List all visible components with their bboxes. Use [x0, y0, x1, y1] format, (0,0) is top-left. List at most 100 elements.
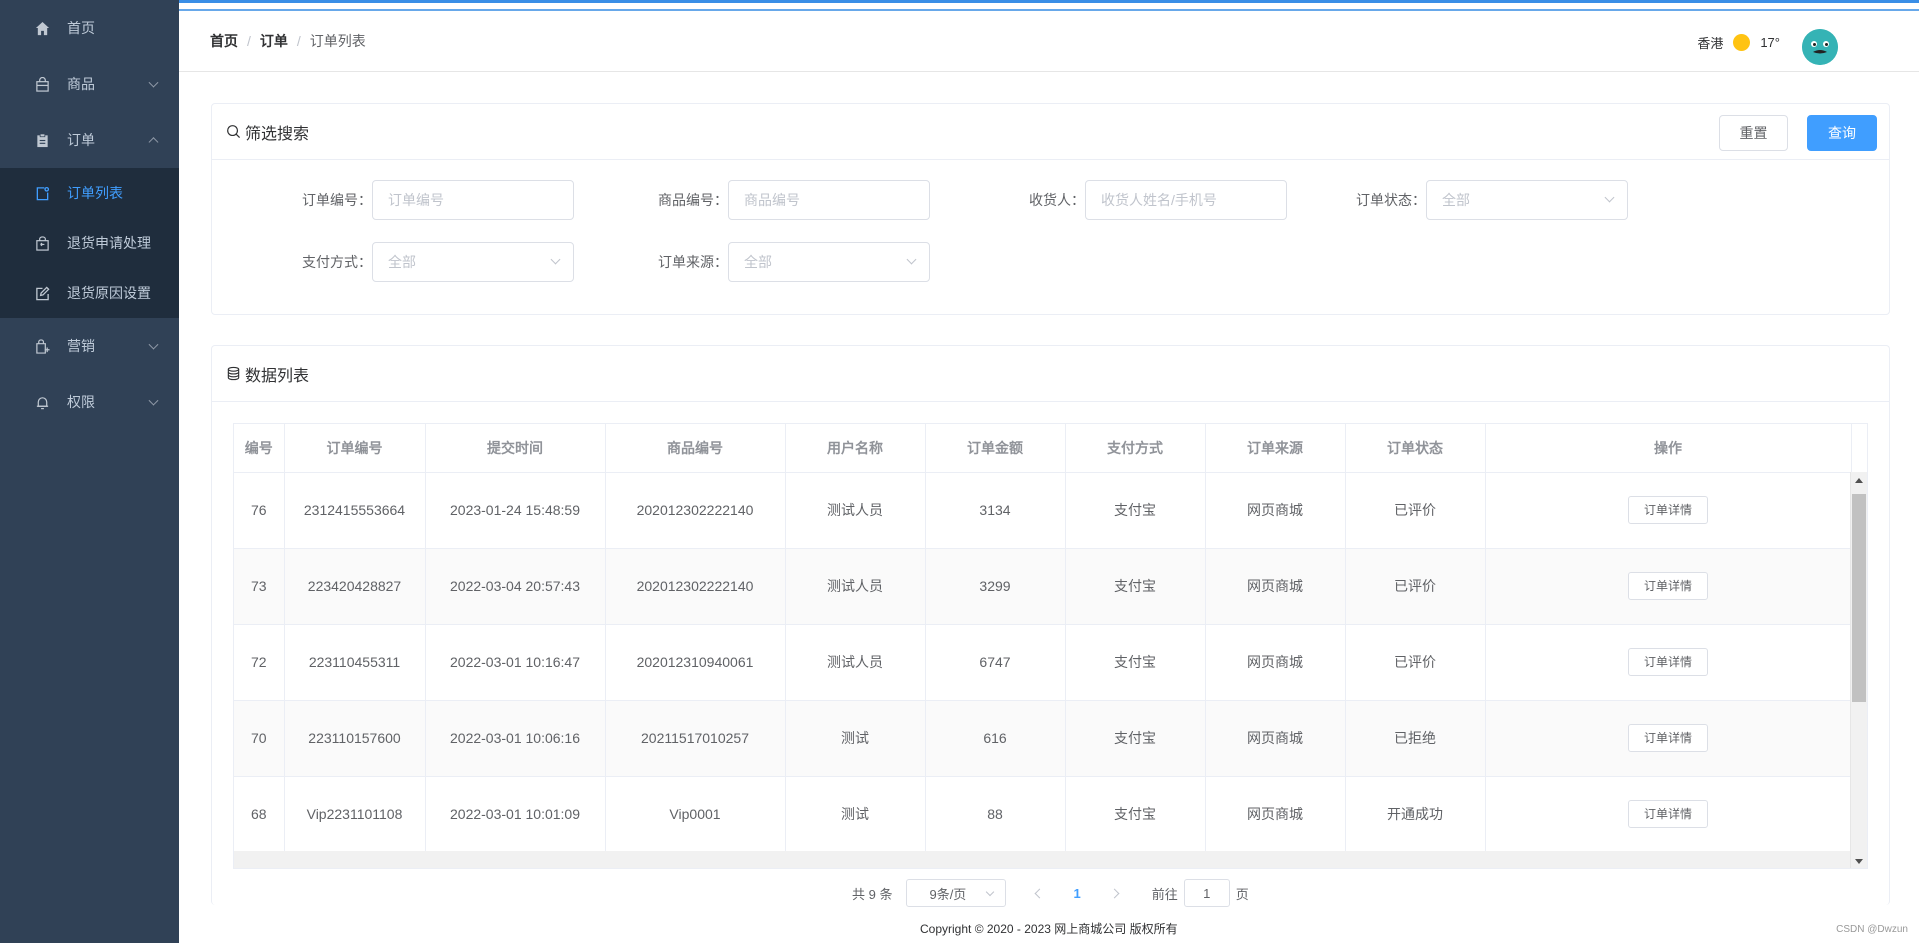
filter-title: 筛选搜索	[245, 125, 310, 143]
sidebar-item-label: 商品	[67, 76, 95, 92]
sidebar-item-return-requests[interactable]: 退货申请处理	[0, 218, 179, 268]
chevron-up-icon	[148, 137, 159, 148]
form-field-pay-method: 支付方式： 全部	[264, 242, 574, 282]
cell-pay-method: 支付宝	[1065, 624, 1206, 701]
page-size-select[interactable]: 9条/页	[906, 879, 1007, 907]
column-header: 提交时间	[425, 424, 606, 473]
product-no-input[interactable]: 商品编号	[728, 180, 930, 220]
cell-username: 测试	[785, 776, 926, 853]
breadcrumb-current: 订单列表	[309, 33, 366, 49]
sidebar-item-orders[interactable]: 订单	[0, 112, 179, 168]
sidebar-item-marketing[interactable]: 营销	[0, 318, 179, 374]
footer-copyright: Copyright © 2020 - 2023 网上商城公司 版权所有	[920, 922, 1178, 936]
source-label: 订单来源：	[658, 254, 728, 270]
database-icon	[226, 366, 241, 381]
horizontal-scroll-track[interactable]	[234, 851, 1852, 868]
page-suffix: 页	[1235, 886, 1249, 902]
pay-method-select[interactable]: 全部	[372, 242, 574, 282]
column-header: 订单来源	[1205, 424, 1346, 473]
reset-button[interactable]: 重置	[1719, 115, 1788, 151]
cell-submit-time: 2022-03-01 10:01:09	[425, 776, 606, 853]
sidebar-item-label: 权限	[67, 394, 95, 410]
form-field-status: 订单状态： 全部	[1318, 180, 1628, 220]
scroll-down-icon[interactable]	[1855, 859, 1863, 864]
status-select[interactable]: 全部	[1426, 180, 1628, 220]
cell-order-no: 223420428827	[284, 548, 426, 625]
cell-id: 73	[234, 548, 285, 625]
vertical-scrollbar[interactable]	[1850, 472, 1867, 868]
cell-submit-time: 2022-03-01 10:16:47	[425, 624, 606, 701]
status-label: 订单状态：	[1356, 192, 1426, 208]
form-field-receiver: 收货人： 收货人姓名/手机号	[977, 180, 1287, 220]
cell-pay-method: 支付宝	[1065, 548, 1206, 625]
datalist-card-header: 数据列表	[212, 346, 1889, 402]
chevron-down-icon	[148, 395, 159, 406]
form-field-order-no: 订单编号： 订单编号	[264, 180, 574, 220]
prev-page-icon[interactable]	[1035, 888, 1045, 898]
next-page-icon[interactable]	[1109, 888, 1120, 898]
cell-pay-method: 支付宝	[1065, 472, 1206, 549]
pagination: 共 9 条 9条/页 1 前往 1 页	[852, 879, 1249, 907]
home-icon	[34, 20, 50, 36]
cell-status: 已拒绝	[1345, 700, 1486, 777]
sidebar-item-home[interactable]: 首页	[0, 0, 179, 56]
goto-page-input[interactable]: 1	[1183, 879, 1230, 907]
order-detail-button[interactable]: 订单详情	[1628, 648, 1708, 676]
cell-id: 76	[234, 472, 285, 549]
order-detail-button[interactable]: 订单详情	[1628, 572, 1708, 600]
order-detail-button[interactable]: 订单详情	[1628, 496, 1708, 524]
cell-product-no: 202012302222140	[605, 472, 786, 549]
receiver-input[interactable]: 收货人姓名/手机号	[1085, 180, 1287, 220]
cell-pay-method: 支付宝	[1065, 700, 1206, 777]
query-button[interactable]: 查询	[1807, 115, 1877, 151]
cell-amount: 616	[925, 700, 1066, 777]
cell-submit-time: 2022-03-01 10:06:16	[425, 700, 606, 777]
column-header: 订单编号	[284, 424, 426, 473]
datalist-title: 数据列表	[245, 367, 310, 385]
order-detail-button[interactable]: 订单详情	[1628, 800, 1708, 828]
table-row: 73 223420428827 2022-03-04 20:57:43 2020…	[234, 548, 1852, 625]
sidebar-item-products[interactable]: 商品	[0, 56, 179, 112]
scroll-up-icon[interactable]	[1855, 478, 1863, 483]
top-header: 首页 / 订单 / 订单列表 香港 17°	[179, 11, 1919, 72]
chevron-down-icon	[148, 339, 159, 350]
cell-order-no: 2312415553664	[284, 472, 426, 549]
cell-actions: 订单详情	[1485, 700, 1852, 777]
breadcrumb-separator: /	[247, 33, 251, 49]
chevron-down-icon	[148, 77, 159, 88]
page-number-current[interactable]: 1	[1073, 886, 1080, 901]
table-row: 68 Vip2231101108 2022-03-01 10:01:09 Vip…	[234, 776, 1852, 853]
watermark: CSDN @Dwzun	[1836, 924, 1908, 935]
order-no-input[interactable]: 订单编号	[372, 180, 574, 220]
sidebar-item-label: 退货申请处理	[67, 235, 151, 251]
column-header: 商品编号	[605, 424, 786, 473]
form-field-product-no: 商品编号： 商品编号	[620, 180, 930, 220]
cell-username: 测试人员	[785, 472, 926, 549]
sidebar-item-permissions[interactable]: 权限	[0, 374, 179, 430]
cell-status: 已评价	[1345, 548, 1486, 625]
orders-submenu: 订单列表 退货申请处理 退货原因设置	[0, 168, 179, 318]
order-list-icon	[34, 185, 50, 201]
filter-card: 筛选搜索 重置 查询 订单编号： 订单编号 商品编号： 商品编号 收货人： 收货…	[211, 103, 1890, 315]
breadcrumb-orders[interactable]: 订单	[260, 33, 288, 49]
scrollbar-thumb[interactable]	[1852, 494, 1866, 702]
sidebar-item-order-list[interactable]: 订单列表	[0, 168, 179, 218]
breadcrumb-home[interactable]: 首页	[210, 33, 238, 49]
table-row: 76 2312415553664 2023-01-24 15:48:59 202…	[234, 472, 1852, 549]
sidebar-item-return-reasons[interactable]: 退货原因设置	[0, 268, 179, 318]
cell-source: 网页商城	[1205, 700, 1346, 777]
breadcrumb-separator: /	[296, 33, 301, 49]
column-header: 支付方式	[1065, 424, 1206, 473]
cell-amount: 3299	[925, 548, 1066, 625]
bell-icon	[34, 394, 50, 410]
marketing-bag-icon	[34, 338, 50, 354]
return-box-icon	[34, 235, 50, 251]
order-detail-button[interactable]: 订单详情	[1628, 724, 1708, 752]
goto-label: 前往	[1151, 886, 1178, 902]
cell-status: 已评价	[1345, 624, 1486, 701]
avatar[interactable]	[1802, 29, 1838, 65]
cell-amount: 6747	[925, 624, 1066, 701]
source-select[interactable]: 全部	[728, 242, 930, 282]
cell-product-no: 20211517010257	[605, 700, 786, 777]
datalist-card: 数据列表 编号 订单编号 提交时间 商品编号 用户名称 订单金额 支付方式 订单…	[211, 345, 1890, 905]
